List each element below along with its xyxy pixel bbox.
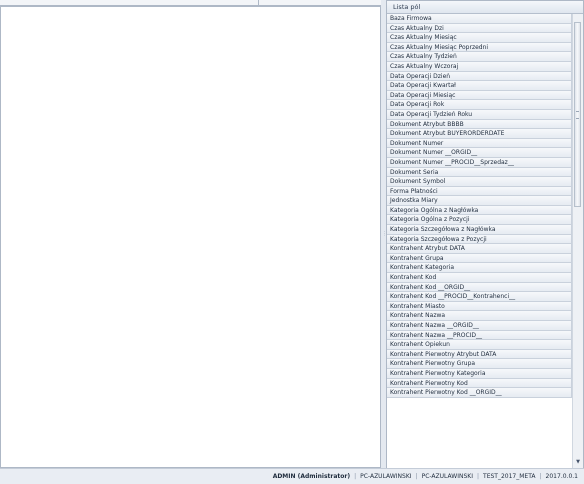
field-list-item[interactable]: Data Operacji Kwartał bbox=[387, 81, 572, 91]
status-bar: ADMIN (Administrator) | PC-AZULAWINSKI | PC-… bbox=[0, 468, 584, 484]
field-list-item[interactable]: Data Operacji Tydzień Roku bbox=[387, 109, 572, 120]
chevron-down-icon[interactable]: ▼ bbox=[574, 459, 582, 465]
field-list-item[interactable]: Czas Aktualny Miesiąc Poprzedni bbox=[387, 42, 572, 53]
field-list-item[interactable]: Data Operacji Rok bbox=[387, 100, 572, 110]
field-list: Baza Firmowa Czas Aktualny Dzi Czas Aktual… bbox=[387, 14, 572, 468]
field-list-item[interactable]: Kontrahent Pierwotny Atrybut DATA bbox=[387, 349, 572, 360]
field-list-item[interactable]: Forma Płatności bbox=[387, 186, 572, 197]
field-list-item[interactable]: Dokument Symbol bbox=[387, 177, 572, 187]
field-list-item[interactable]: Kontrahent Kod __ORGID__ bbox=[387, 282, 572, 293]
field-list-item[interactable]: Kontrahent Kod bbox=[387, 273, 572, 283]
field-list-item[interactable]: Kategoria Szczegółowa z Nagłówka bbox=[387, 225, 572, 235]
status-database: TEST_2017_META bbox=[483, 473, 536, 480]
field-list-item[interactable]: Kontrahent Pierwotny Kod __ORGID__ bbox=[387, 388, 572, 398]
field-list-item[interactable]: Kategoria Ogólna z Nagłówka bbox=[387, 205, 572, 216]
status-user: ADMIN (Administrator) bbox=[272, 473, 351, 480]
field-list-item[interactable]: Data Operacji Miesiąc bbox=[387, 90, 572, 101]
field-list-item[interactable]: Czas Aktualny Miesiąc bbox=[387, 33, 572, 43]
field-list-item[interactable]: Kontrahent Pierwotny Kategoria bbox=[387, 368, 572, 379]
fields-panel-title: Lista pól bbox=[387, 1, 583, 14]
field-list-item[interactable]: Kontrahent Atrybut DATA bbox=[387, 244, 572, 254]
status-separator: | bbox=[539, 473, 542, 480]
field-list-item[interactable]: Kategoria Szczegółowa z Pozycji bbox=[387, 234, 572, 245]
field-list-item[interactable]: Jednostka Miary bbox=[387, 196, 572, 206]
field-list-item[interactable]: Czas Aktualny Dzi bbox=[387, 23, 572, 34]
design-workspace[interactable] bbox=[0, 6, 381, 468]
field-list-item[interactable]: Dokument Numer __PROCID__Sprzedaz__ bbox=[387, 157, 572, 168]
status-version: 2017.0.0.1 bbox=[545, 473, 578, 480]
field-list-item[interactable]: Dokument Numer __ORGID__ bbox=[387, 148, 572, 158]
field-list-item[interactable]: Kontrahent Kategoria bbox=[387, 263, 572, 274]
field-list-item[interactable]: Kontrahent Pierwotny Grupa bbox=[387, 359, 572, 369]
status-computer: PC-AZULAWINSKI bbox=[360, 473, 412, 480]
field-list-item[interactable]: Kontrahent Grupa bbox=[387, 253, 572, 264]
fields-panel: Lista pól Baza Firmowa Czas Aktualny Dzi C… bbox=[386, 0, 584, 469]
field-list-scrollbar[interactable]: ▼ bbox=[572, 14, 583, 468]
field-list-item[interactable]: Kontrahent Nazwa __ORGID__ bbox=[387, 321, 572, 331]
status-server: PC-AZULAWINSKI bbox=[421, 473, 473, 480]
field-list-item[interactable]: Kontrahent Nazwa __PROCID__ bbox=[387, 330, 572, 341]
field-list-item[interactable]: Data Operacji Dzień bbox=[387, 71, 572, 82]
field-list-item[interactable]: Kontrahent Miasto bbox=[387, 301, 572, 312]
field-list-item[interactable]: Kontrahent Pierwotny Kod bbox=[387, 378, 572, 389]
scrollbar-thumb[interactable] bbox=[574, 22, 581, 207]
field-list-item[interactable]: Kategoria Ogólna z Pozycji bbox=[387, 215, 572, 226]
field-list-item[interactable]: Dokument Atrybut BBBB bbox=[387, 119, 572, 130]
status-separator: | bbox=[354, 473, 357, 480]
header-divider bbox=[258, 0, 259, 5]
status-separator: | bbox=[415, 473, 418, 480]
field-list-item[interactable]: Baza Firmowa bbox=[387, 14, 572, 24]
field-list-item[interactable]: Kontrahent Nazwa bbox=[387, 311, 572, 321]
grip-icon bbox=[576, 111, 579, 119]
field-list-item[interactable]: Czas Aktualny Tydzień bbox=[387, 52, 572, 62]
status-separator: | bbox=[477, 473, 480, 480]
grip-icon: ⋮ bbox=[382, 231, 387, 237]
field-list-item[interactable]: Dokument Atrybut BUYERORDERDATE bbox=[387, 129, 572, 139]
field-list-item[interactable]: Dokument Seria bbox=[387, 167, 572, 178]
field-list-item[interactable]: Czas Aktualny Wczoraj bbox=[387, 61, 572, 72]
field-list-item[interactable]: Kontrahent Opiekun bbox=[387, 340, 572, 350]
field-list-item[interactable]: Dokument Numer bbox=[387, 138, 572, 149]
field-list-item[interactable]: Kontrahent Kod __PROCID__Kontrahenci__ bbox=[387, 292, 572, 302]
